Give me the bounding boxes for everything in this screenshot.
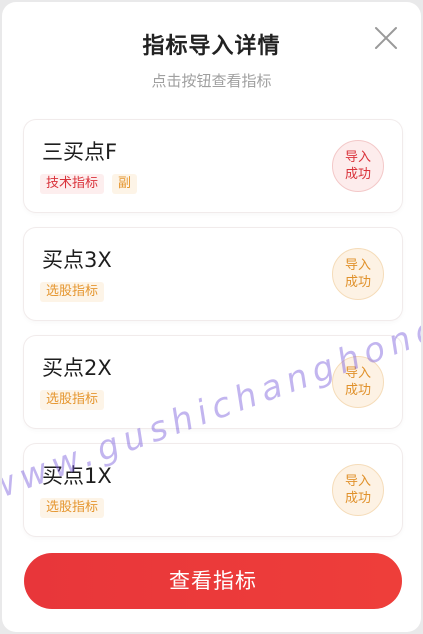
- indicator-card: 买点2X 选股指标 导入 成功: [24, 336, 402, 428]
- indicator-card: 买点1X 选股指标 导入 成功: [24, 444, 402, 536]
- tag-indicator-type: 选股指标: [40, 498, 105, 518]
- close-icon: [375, 27, 397, 49]
- indicator-name: 三买点F: [42, 140, 118, 164]
- view-indicators-button[interactable]: 查看指标: [24, 553, 402, 609]
- dialog-title: 指标导入详情: [142, 34, 281, 59]
- import-status-line1: 导入: [344, 150, 371, 165]
- indicator-tags: 技术指标 副: [40, 174, 138, 194]
- tag-indicator-type: 选股指标: [40, 282, 105, 302]
- import-status-badge[interactable]: 导入 成功: [332, 356, 384, 408]
- indicator-import-dialog: 指标导入详情 点击按钮查看指标 三买点F 技术指标 副 导入 成功 买点3X 选…: [2, 2, 421, 632]
- import-status-line2: 成功: [344, 275, 371, 290]
- indicator-tags: 选股指标: [40, 498, 105, 518]
- import-status-line2: 成功: [344, 383, 371, 398]
- tag-indicator-type: 选股指标: [40, 390, 105, 410]
- indicator-tags: 选股指标: [40, 282, 105, 302]
- indicator-name: 买点2X: [42, 356, 112, 380]
- import-status-line2: 成功: [344, 491, 371, 506]
- indicator-card: 三买点F 技术指标 副 导入 成功: [24, 120, 402, 212]
- close-button[interactable]: [370, 22, 402, 54]
- tag-chart-position: 副: [112, 174, 138, 194]
- import-status-badge[interactable]: 导入 成功: [332, 140, 384, 192]
- indicator-tags: 选股指标: [40, 390, 105, 410]
- dialog-subtitle: 点击按钮查看指标: [151, 72, 272, 90]
- import-status-badge[interactable]: 导入 成功: [332, 464, 384, 516]
- indicator-name: 买点1X: [42, 464, 112, 488]
- indicator-card: 买点3X 选股指标 导入 成功: [24, 228, 402, 320]
- import-status-line1: 导入: [344, 258, 371, 273]
- import-status-line2: 成功: [344, 167, 371, 182]
- indicator-name: 买点3X: [42, 248, 112, 272]
- import-status-line1: 导入: [344, 474, 371, 489]
- import-status-badge[interactable]: 导入 成功: [332, 248, 384, 300]
- tag-indicator-type: 技术指标: [40, 174, 105, 194]
- import-status-line1: 导入: [344, 366, 371, 381]
